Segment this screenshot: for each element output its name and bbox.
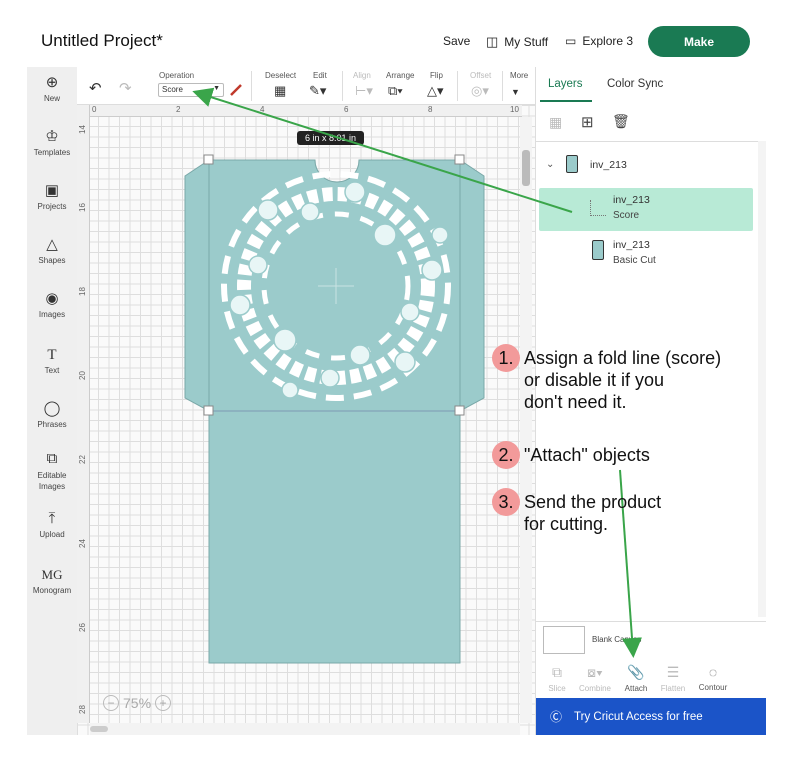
zoom-in-icon[interactable]: + (155, 695, 172, 711)
tool-label: Slice (548, 684, 566, 693)
zoom-level: 75% (123, 695, 152, 711)
instruction-line: or disable it if you (524, 370, 665, 390)
instruction-line: Assign a fold line (score) (524, 348, 722, 368)
blank-canvas-swatch[interactable] (543, 626, 585, 654)
contour-button[interactable]: ◌ Contour (691, 664, 735, 692)
instruction-step-3: Send the product for cutting. (524, 491, 661, 535)
layer-row-selected[interactable]: inv_213 Score (539, 188, 753, 231)
selection-handle (454, 405, 465, 416)
cricut-access-banner[interactable]: Ⓒ Try Cricut Access for free (536, 698, 766, 735)
scroll-thumb[interactable] (90, 726, 108, 732)
group-thumbnail-icon (566, 155, 578, 173)
layer-name: inv_213 (613, 194, 650, 206)
divider (536, 621, 766, 622)
card-bottom-panel (208, 410, 461, 664)
combine-icon: ⧇▾ (587, 664, 603, 680)
layer-operation: Basic Cut (613, 255, 656, 266)
layer-name: inv_213 (613, 239, 650, 251)
zoom-out-icon[interactable]: − (103, 695, 119, 711)
contour-icon: ◌ (708, 664, 718, 680)
step-badge: 3. (492, 488, 520, 516)
access-label: Try Cricut Access for free (574, 710, 703, 723)
chevron-down-icon[interactable]: ⌄ (546, 159, 554, 170)
combine-button[interactable]: ⧇▾ Combine (573, 664, 617, 693)
instruction-line: don't need it. (524, 392, 627, 412)
tab-color-sync[interactable]: Color Sync (607, 78, 663, 90)
tool-label: Flatten (660, 684, 686, 693)
cut-layer-thumbnail-icon (592, 240, 604, 260)
group-icon[interactable]: ▦ (549, 114, 562, 131)
selection-handle (203, 405, 214, 416)
canvas-scrollbar-vertical[interactable] (520, 117, 532, 723)
tool-label: Contour (698, 683, 728, 692)
divider (536, 141, 766, 142)
flatten-icon: ☰ (666, 664, 680, 680)
zoom-control: − 75% + (103, 695, 172, 711)
layer-operation: Score (613, 210, 640, 221)
scroll-thumb[interactable] (522, 150, 530, 186)
score-layer-icon (590, 200, 606, 216)
instruction-step-1: Assign a fold line (score) or disable it… (524, 347, 721, 413)
tool-label: Combine (578, 684, 611, 693)
tab-layers[interactable]: Layers (548, 78, 583, 90)
active-tab-indicator (540, 100, 592, 102)
tool-label: Attach (624, 684, 648, 693)
layers-scrollbar[interactable] (758, 141, 766, 617)
trash-icon[interactable]: 🗑 (612, 113, 630, 130)
instruction-line: "Attach" objects (524, 445, 650, 465)
selection-handle (454, 154, 465, 165)
selection-handle (203, 154, 214, 165)
layer-row[interactable]: inv_213 Basic Cut (539, 234, 753, 274)
duplicate-icon[interactable]: ⊞ (581, 113, 594, 131)
step-badge: 1. (492, 344, 520, 372)
instruction-step-2: "Attach" objects (524, 444, 650, 466)
size-tooltip: 6 in x 8.01 in (297, 131, 365, 145)
flatten-button[interactable]: ☰ Flatten (651, 664, 695, 693)
step-badge: 2. (492, 441, 520, 469)
cricut-logo-icon: Ⓒ (550, 710, 563, 724)
layer-group-name: inv_213 (590, 159, 627, 171)
canvas-scrollbar-horizontal[interactable] (90, 723, 520, 735)
blank-canvas-label: Blank Canvas (592, 635, 642, 644)
instruction-line: for cutting. (524, 514, 609, 534)
instruction-line: Send the product (524, 492, 662, 512)
